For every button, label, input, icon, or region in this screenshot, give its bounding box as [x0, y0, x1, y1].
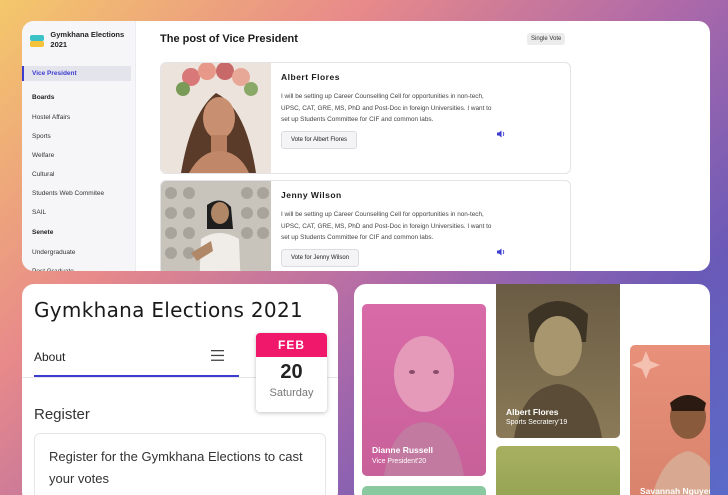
active-tab-indicator — [34, 375, 239, 377]
gallery-name: Dianne Russell — [372, 445, 433, 455]
date-card: FEB 20 Saturday — [256, 333, 327, 412]
sidebar-item-welfare[interactable]: Welfare — [22, 146, 135, 165]
vote-button[interactable]: Vote for Jenny Wilson — [281, 248, 360, 267]
date-day: 20 — [280, 361, 303, 383]
candidate-name: Albert Flores — [281, 72, 340, 82]
candidate-card: Albert Flores I will be setting up Caree… — [160, 62, 571, 174]
gallery-tile[interactable] — [362, 486, 486, 495]
register-box[interactable]: Register for the Gymkhana Elections to c… — [34, 433, 326, 495]
gallery-role: Vice President'20 — [372, 458, 427, 465]
candidate-photo — [161, 181, 271, 271]
gallery-role: Sports Secratery'19 — [506, 419, 568, 426]
brand-title: Gymkhana Elections 2021 — [50, 30, 125, 49]
page-title: The post of Vice President — [160, 33, 298, 45]
logo-icon — [30, 35, 44, 47]
brand: Gymkhana Elections 2021 — [22, 21, 135, 59]
candidate-photo — [161, 63, 271, 173]
vote-type-badge: Single Vote — [527, 33, 566, 45]
sidebar-item-vice-president[interactable]: Vice President — [22, 66, 131, 81]
date-month: FEB — [256, 333, 327, 357]
candidate-bio: I will be setting up Career Counselling … — [281, 211, 492, 241]
candidate-photo — [632, 351, 710, 495]
sidebar-item-cultural[interactable]: Cultural — [22, 165, 135, 184]
register-heading: Register — [34, 406, 90, 423]
menu-icon[interactable] — [211, 350, 224, 361]
main-content: The post of Vice President Single Vote A… — [136, 21, 710, 271]
gallery-tile[interactable]: Dianne Russell Vice President'20 — [362, 304, 486, 476]
gallery-tile[interactable]: Albert Flores Sports Secratery'19 — [496, 284, 620, 438]
gallery-name: Albert Flores — [506, 407, 559, 417]
sidebar-item-undergraduate[interactable]: Undergraduate — [22, 243, 135, 262]
sidebar-item-sports[interactable]: Sports — [22, 127, 135, 146]
date-weekday: Saturday — [269, 387, 314, 399]
sidebar-heading-boards: Boards — [32, 94, 55, 101]
register-text: Register for the Gymkhana Elections to c… — [49, 449, 303, 486]
sidebar-item-students-web-commitee[interactable]: Students Web Commitee — [22, 184, 135, 203]
gallery-tile[interactable]: Savannah Nguyen — [630, 345, 710, 495]
gallery-tile[interactable] — [496, 446, 620, 495]
sidebar: Gymkhana Elections 2021 Vice President B… — [22, 21, 136, 271]
candidate-bio: I will be setting up Career Counselling … — [281, 93, 492, 123]
app-title: Gymkhana Elections 2021 — [34, 298, 303, 322]
candidate-card: Jenny Wilson I will be setting up Career… — [160, 180, 571, 271]
speaker-icon[interactable] — [496, 247, 506, 257]
sidebar-item-hostel-affairs[interactable]: Hostel Affairs — [22, 108, 135, 127]
candidate-name: Jenny Wilson — [281, 190, 342, 200]
mobile-about-panel: Gymkhana Elections 2021 About FEB 20 Sat… — [22, 284, 338, 495]
tab-about[interactable]: About — [34, 350, 65, 364]
gallery-panel: Dianne Russell Vice President'20 Albert … — [354, 284, 710, 495]
sidebar-item-sail[interactable]: SAIL — [22, 203, 135, 222]
speaker-icon[interactable] — [496, 129, 506, 139]
vote-button[interactable]: Vote for Albert Flores — [281, 130, 358, 149]
desktop-voting-panel: Gymkhana Elections 2021 Vice President B… — [22, 21, 710, 271]
sidebar-item-post-graduate[interactable]: Post Graduate — [22, 262, 135, 271]
sidebar-heading-senete: Senete — [32, 229, 54, 236]
gallery-name: Savannah Nguyen — [640, 486, 710, 495]
